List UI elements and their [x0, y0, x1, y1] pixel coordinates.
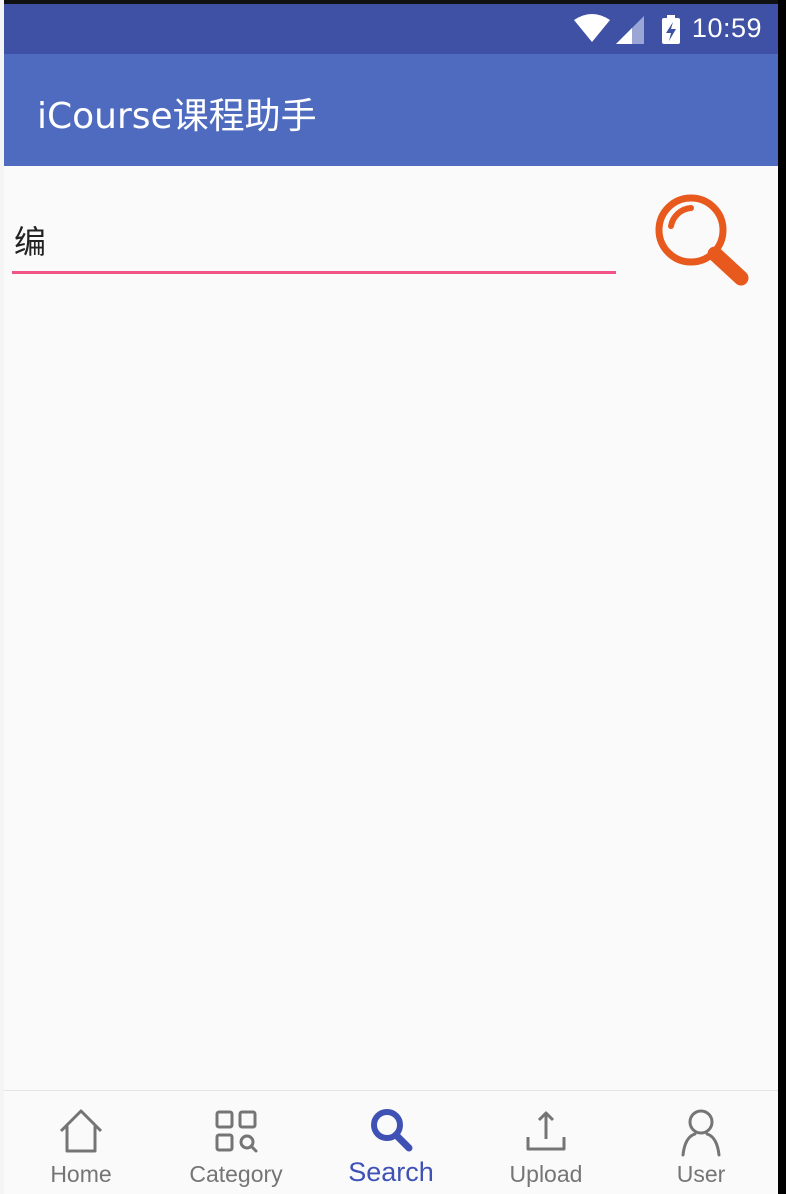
status-time: 10:59 [691, 13, 762, 43]
window-right-edge [778, 0, 786, 1194]
nav-label-home: Home [50, 1161, 112, 1187]
search-icon [655, 194, 749, 286]
status-bar: 10:59 [4, 4, 778, 54]
search-icon [371, 1109, 413, 1152]
wifi-icon [574, 14, 610, 42]
search-input[interactable] [12, 209, 616, 274]
user-icon [681, 1109, 721, 1157]
signal-icon [616, 16, 644, 44]
nav-item-user[interactable]: User [624, 1091, 778, 1194]
upload-icon [526, 1111, 566, 1151]
category-icon [215, 1110, 258, 1153]
status-icons [574, 14, 680, 44]
nav-item-search[interactable]: Search [314, 1091, 468, 1194]
bottom-navigation: Home Category Search Upload User [4, 1090, 778, 1194]
nav-label-search: Search [348, 1157, 434, 1187]
nav-label-category: Category [189, 1161, 283, 1187]
phone-screen: 10:59 iCourse课程助手 Home [4, 4, 778, 1194]
app-bar: iCourse课程助手 [4, 54, 778, 166]
nav-item-category[interactable]: Category [159, 1091, 313, 1194]
nav-label-upload: Upload [509, 1161, 583, 1187]
home-icon [59, 1109, 103, 1153]
app-title: iCourse课程助手 [37, 96, 317, 137]
nav-item-home[interactable]: Home [4, 1091, 158, 1194]
battery-charging-icon [662, 15, 680, 44]
search-button[interactable] [651, 190, 751, 290]
nav-label-user: User [676, 1161, 726, 1187]
nav-item-upload[interactable]: Upload [469, 1091, 623, 1194]
